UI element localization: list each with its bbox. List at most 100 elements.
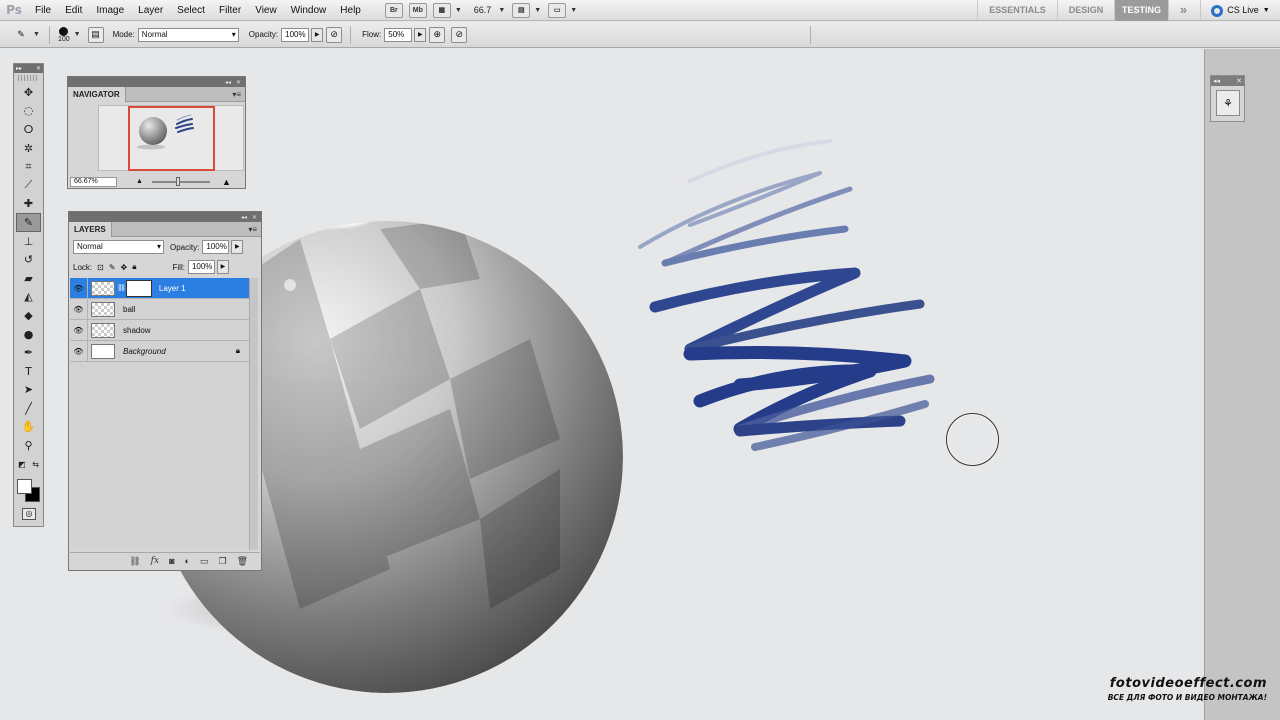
dodge-tool-icon[interactable]: ●: [14, 325, 43, 344]
expand-panels-icon[interactable]: ◂◂: [1213, 77, 1220, 85]
lock-image-icon[interactable]: ✎: [109, 263, 116, 272]
menu-layer[interactable]: Layer: [131, 0, 170, 21]
layer-mask-thumbnail[interactable]: [125, 279, 152, 297]
expand-toolbox-icon[interactable]: ▸▸: [16, 65, 22, 72]
navigator-zoom-input[interactable]: 66.67%: [70, 176, 117, 187]
link-layers-icon[interactable]: ⛓: [129, 556, 140, 567]
menu-file[interactable]: File: [28, 0, 58, 21]
flow-input[interactable]: 50%: [384, 27, 413, 42]
hand-tool-icon[interactable]: ✋: [14, 418, 43, 437]
launch-bridge-button[interactable]: Br: [384, 2, 403, 18]
brush-size-picker[interactable]: 100: [58, 26, 70, 43]
lasso-tool-icon[interactable]: ⵔ: [14, 120, 43, 139]
brush-preset-icon[interactable]: ✎: [13, 27, 29, 43]
close-icon[interactable]: ✕: [236, 79, 241, 86]
new-layer-icon[interactable]: ❐: [218, 556, 226, 567]
opacity-input[interactable]: 100%: [281, 27, 310, 42]
panel-menu-icon[interactable]: ▾≡: [232, 90, 245, 99]
close-icon[interactable]: ✕: [252, 214, 257, 221]
lock-position-icon[interactable]: ✥: [121, 263, 128, 272]
screen-mode-button[interactable]: ▭: [548, 2, 567, 18]
arrange-documents-button[interactable]: ▤: [512, 2, 531, 18]
quick-mask-icon[interactable]: ◎: [22, 508, 36, 520]
view-extras-button[interactable]: ▦: [432, 2, 451, 18]
clone-stamp-tool-icon[interactable]: ⊥: [14, 232, 43, 251]
layer-style-icon[interactable]: fx: [151, 556, 159, 566]
panel-menu-icon[interactable]: ▾≡: [248, 225, 261, 234]
fill-input[interactable]: 100%: [187, 260, 215, 274]
blur-tool-icon[interactable]: ◆: [14, 306, 43, 325]
pressure-opacity-icon[interactable]: ⊘: [326, 26, 343, 43]
visibility-eye-icon[interactable]: 👁︎: [70, 298, 88, 320]
history-brush-tool-icon[interactable]: ↺: [14, 250, 43, 269]
layer-row-background[interactable]: 👁︎ Background 🔒︎: [70, 340, 250, 362]
chevron-down-icon[interactable]: ▼: [570, 7, 577, 14]
cs-live-button[interactable]: CS Live ▼: [1200, 0, 1280, 21]
airbrush-icon[interactable]: ⊕: [429, 26, 446, 43]
pressure-size-icon[interactable]: ⊘: [451, 26, 468, 43]
chevron-down-icon[interactable]: ▼: [455, 7, 462, 14]
zoom-level[interactable]: 66.7: [474, 5, 492, 15]
swap-colors-icon[interactable]: ⇆: [32, 460, 39, 469]
lock-transparency-icon[interactable]: ⊡: [97, 263, 104, 272]
collapse-panel-icon[interactable]: ◂◂: [241, 214, 247, 221]
healing-brush-tool-icon[interactable]: ✚: [14, 195, 43, 214]
tab-layers[interactable]: LAYERS: [69, 221, 112, 237]
close-icon[interactable]: ✕: [36, 65, 41, 72]
close-icon[interactable]: ✕: [1236, 77, 1242, 85]
marquee-tool-icon[interactable]: ◌: [14, 102, 43, 121]
chevron-down-icon[interactable]: ▼: [498, 7, 505, 14]
layer-opacity-input[interactable]: 100%: [202, 240, 230, 254]
line-tool-icon[interactable]: ╱: [14, 399, 43, 418]
zoom-tool-icon[interactable]: ⚲: [14, 436, 43, 455]
mode-select[interactable]: Normal: [137, 27, 239, 42]
zoom-out-icon[interactable]: ▲: [136, 178, 143, 185]
menu-select[interactable]: Select: [170, 0, 212, 21]
zoom-slider-track[interactable]: [152, 181, 210, 183]
blend-mode-select[interactable]: Normal: [73, 240, 164, 254]
visibility-eye-icon[interactable]: 👁︎: [70, 319, 88, 341]
brush-tool-icon[interactable]: ✎: [16, 213, 41, 232]
foreground-color-swatch[interactable]: [17, 479, 32, 494]
crop-tool-icon[interactable]: ⌗: [14, 157, 43, 176]
layer-row-shadow[interactable]: 👁︎ shadow: [70, 319, 250, 341]
path-selection-tool-icon[interactable]: ➤: [14, 381, 43, 400]
new-group-icon[interactable]: ▭: [200, 556, 209, 567]
clone-source-button[interactable]: ⚘: [1216, 90, 1240, 116]
chevron-down-icon[interactable]: ▼: [74, 31, 81, 38]
layer-row-ball[interactable]: 👁︎ ball: [70, 298, 250, 320]
workspace-design[interactable]: DESIGN: [1057, 0, 1114, 21]
layer-opacity-slider-button[interactable]: ▶: [231, 240, 244, 254]
visibility-eye-icon[interactable]: 👁︎: [70, 340, 88, 362]
tab-navigator[interactable]: NAVIGATOR: [68, 86, 126, 102]
workspace-essentials[interactable]: ESSENTIALS: [977, 0, 1057, 21]
pen-tool-icon[interactable]: ✒: [14, 343, 43, 362]
menu-filter[interactable]: Filter: [212, 0, 248, 21]
quick-selection-tool-icon[interactable]: ✲: [14, 139, 43, 158]
chevron-down-icon[interactable]: ▼: [33, 31, 40, 38]
default-colors-icon[interactable]: ◩: [18, 460, 26, 469]
lock-all-icon[interactable]: 🔒︎: [132, 262, 136, 272]
zoom-in-icon[interactable]: ▲: [222, 177, 231, 187]
layers-scrollbar[interactable]: [249, 278, 258, 550]
type-tool-icon[interactable]: T: [14, 362, 43, 381]
adjustment-layer-icon[interactable]: ◐: [185, 556, 190, 566]
menu-edit[interactable]: Edit: [58, 0, 89, 21]
opacity-slider-button[interactable]: ▶: [311, 27, 324, 42]
eyedropper-tool-icon[interactable]: ⟋: [14, 176, 43, 195]
add-mask-icon[interactable]: ◙: [169, 556, 174, 566]
visibility-eye-icon[interactable]: 👁︎: [70, 277, 88, 299]
menu-window[interactable]: Window: [284, 0, 334, 21]
more-workspaces-icon[interactable]: »: [1168, 0, 1198, 21]
eraser-tool-icon[interactable]: ▰: [14, 269, 43, 288]
collapse-panel-icon[interactable]: ◂◂: [225, 79, 231, 86]
paint-bucket-tool-icon[interactable]: ◭: [14, 288, 43, 307]
delete-layer-icon[interactable]: 🗑︎: [237, 556, 248, 567]
navigator-preview[interactable]: [98, 105, 244, 171]
chevron-down-icon[interactable]: ▼: [534, 7, 541, 14]
layer-row-layer-1[interactable]: 👁︎ ⛓ Layer 1: [70, 277, 250, 299]
menu-help[interactable]: Help: [333, 0, 368, 21]
fill-slider-button[interactable]: ▶: [216, 260, 229, 274]
launch-minibridge-button[interactable]: Mb: [408, 2, 427, 18]
menu-image[interactable]: Image: [89, 0, 131, 21]
